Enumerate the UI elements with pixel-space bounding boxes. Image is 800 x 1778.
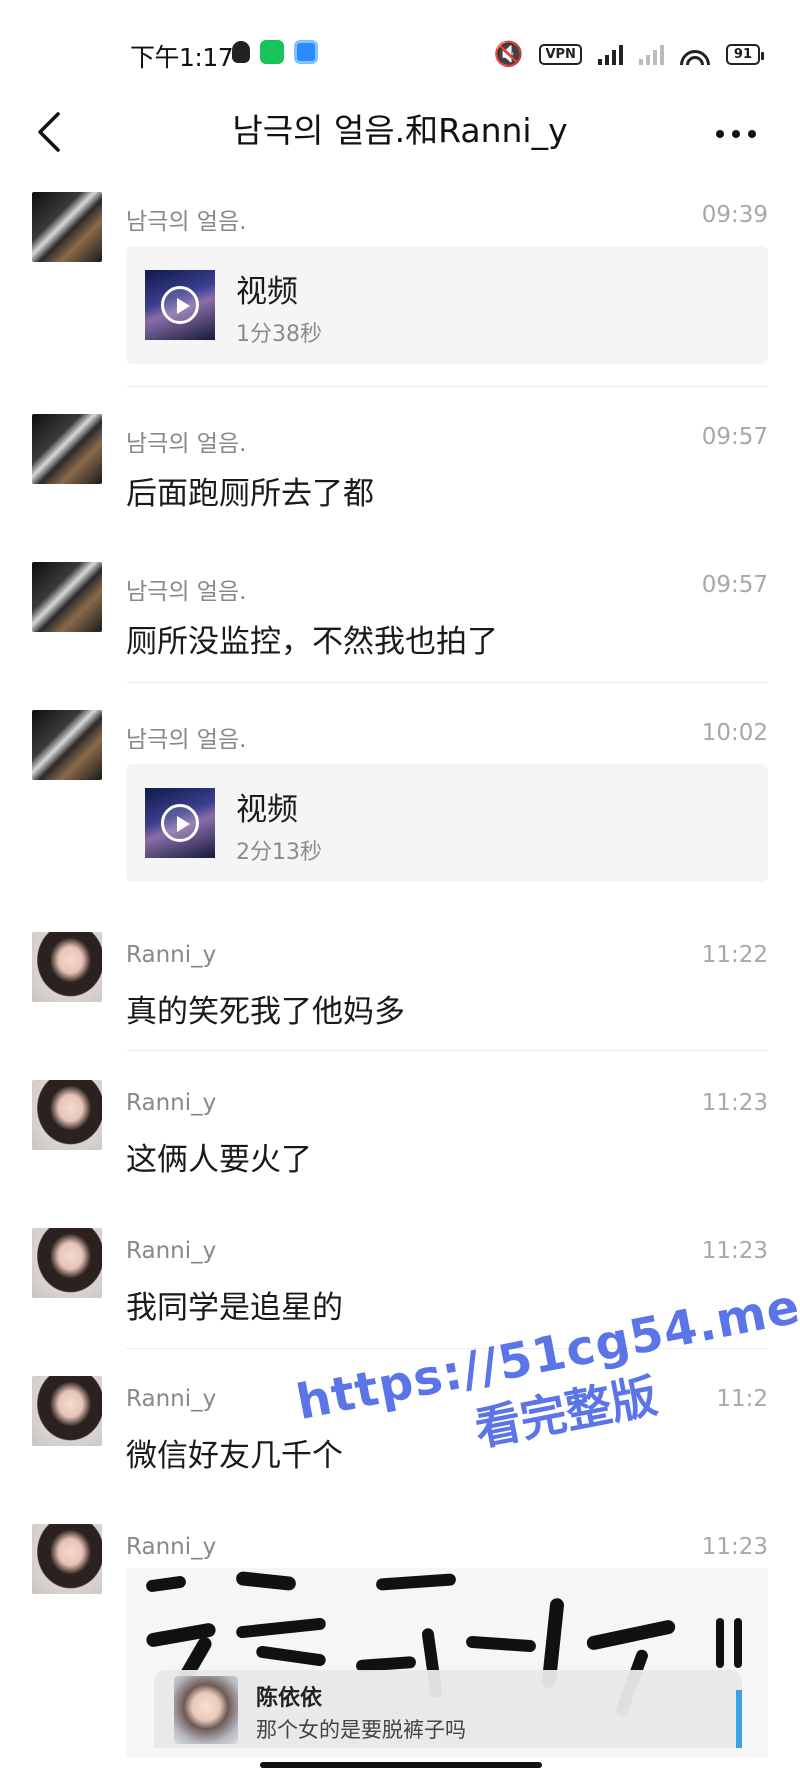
watermark: https://51cg54.me 看完整版: [292, 1278, 800, 1543]
avatar[interactable]: [32, 1524, 102, 1594]
avatar[interactable]: [32, 414, 102, 484]
avatar[interactable]: [32, 1080, 102, 1150]
more-options-button[interactable]: [712, 116, 760, 152]
app-notification-icon: [294, 40, 318, 64]
status-right-icons: 🔇 VPN 91: [493, 40, 765, 68]
sender-name: 남극의 얼음.: [126, 579, 247, 605]
video-label: 视频: [236, 274, 298, 310]
message-text: 微信好友几千个: [126, 1438, 343, 1474]
message-text: 厕所没监控，不然我也拍了: [126, 624, 498, 660]
signal-icon: [597, 43, 623, 65]
video-duration: 1分38秒: [236, 322, 322, 347]
page-title: 남극의 얼음.和Ranni_y: [232, 111, 568, 150]
wifi-icon: [679, 43, 710, 65]
sender-name: Ranni_y: [126, 1238, 217, 1264]
avatar[interactable]: [32, 710, 102, 780]
avatar[interactable]: [32, 562, 102, 632]
notification-sender: 陈依依: [256, 1686, 323, 1711]
chat-header: 남극의 얼음.和Ranni_y: [0, 92, 800, 182]
home-indicator[interactable]: [260, 1762, 542, 1768]
more-dot-icon: [732, 130, 740, 138]
message-time: 09:57: [701, 424, 768, 450]
play-icon: [161, 804, 199, 842]
message-time: 11:23: [701, 1238, 768, 1264]
message-time: 10:02: [701, 720, 768, 746]
message-text: 这俩人要火了: [126, 1142, 312, 1178]
divider: [126, 682, 768, 683]
battery-icon: 91: [725, 43, 765, 65]
message-time: 09:39: [701, 202, 768, 228]
more-dot-icon: [748, 130, 756, 138]
sender-name: 남극의 얼음.: [126, 209, 247, 235]
avatar[interactable]: [32, 932, 102, 1002]
status-notification-icons: [232, 40, 318, 64]
notification-banner[interactable]: 陈依依 那个女的是要脱裤子吗: [154, 1670, 742, 1748]
message-time: 11:22: [701, 942, 768, 968]
sender-name: Ranni_y: [126, 1090, 217, 1116]
divider: [126, 1348, 768, 1349]
video-thumbnail: [145, 270, 215, 340]
message-time: 11:23: [701, 1090, 768, 1116]
watermark-url: https://51cg54.me: [292, 1278, 800, 1431]
message-text: 我同学是追星的: [126, 1290, 343, 1326]
video-duration: 2分13秒: [236, 840, 322, 865]
qq-icon: [232, 41, 250, 63]
signal-2-icon: [638, 43, 664, 65]
notification-edge: [736, 1690, 742, 1748]
divider: [126, 386, 768, 387]
video-card[interactable]: 视频 2分13秒: [126, 764, 768, 882]
video-thumbnail: [145, 788, 215, 858]
vpn-icon: VPN: [539, 43, 582, 65]
sender-name: 남극의 얼음.: [126, 431, 247, 457]
avatar[interactable]: [32, 1228, 102, 1298]
sender-name: 남극의 얼음.: [126, 727, 247, 753]
avatar[interactable]: [32, 192, 102, 262]
more-dot-icon: [716, 130, 724, 138]
sender-name: Ranni_y: [126, 1386, 217, 1412]
sender-name: Ranni_y: [126, 942, 217, 968]
video-label: 视频: [236, 792, 298, 828]
play-icon: [161, 286, 199, 324]
message-time: 09:57: [701, 572, 768, 598]
divider: [126, 1050, 768, 1051]
status-time: 下午1:17: [130, 43, 234, 72]
avatar: [174, 1676, 238, 1744]
avatar[interactable]: [32, 1376, 102, 1446]
message-text: 真的笑死我了他妈多: [126, 994, 405, 1030]
message-time: 11:23: [701, 1534, 768, 1560]
mute-icon: 🔇: [493, 40, 524, 68]
message-text: 后面跑厕所去了都: [126, 476, 374, 512]
video-card[interactable]: 视频 1分38秒: [126, 246, 768, 364]
sender-name: Ranni_y: [126, 1534, 217, 1560]
message-time: 11:2: [716, 1386, 768, 1412]
wechat-icon: [260, 40, 284, 64]
notification-message: 那个女的是要脱裤子吗: [256, 1718, 466, 1742]
